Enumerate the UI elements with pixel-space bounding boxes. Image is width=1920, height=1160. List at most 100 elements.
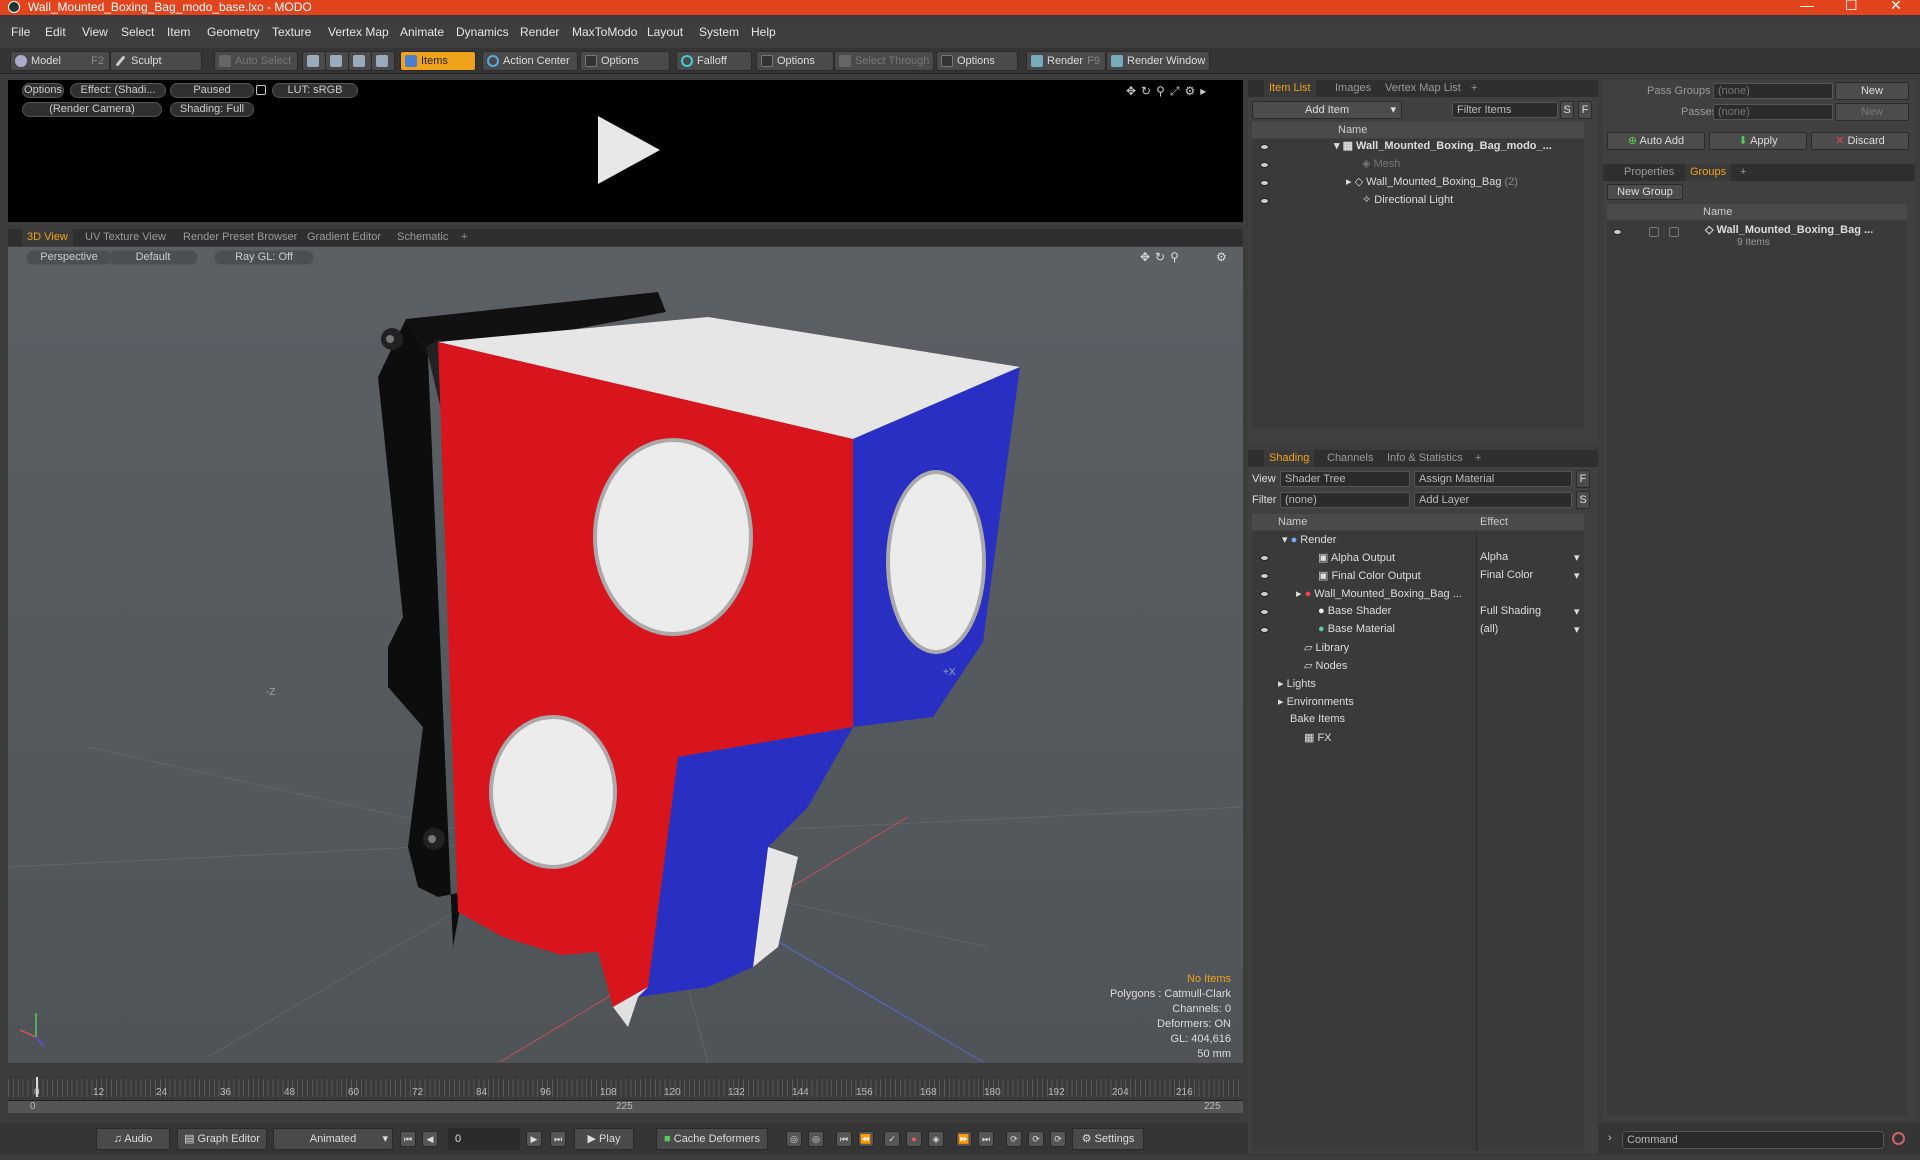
visibility-eye-icon[interactable] xyxy=(1260,573,1269,579)
sync-icon[interactable]: ⟳ xyxy=(1006,1131,1022,1147)
base-material-effect-dropdown[interactable]: (all) xyxy=(1480,623,1498,635)
alpha-effect-dropdown[interactable]: Alpha xyxy=(1480,551,1508,563)
tab-render-preset-browser[interactable]: Render Preset Browser xyxy=(178,229,302,246)
sculpt-mode-button[interactable]: Sculpt xyxy=(110,51,202,71)
preview-effect-dropdown[interactable]: Effect: (Shadi... xyxy=(70,83,166,98)
item-search-f-button[interactable]: F xyxy=(1578,101,1592,119)
menu-file[interactable]: File xyxy=(11,25,30,39)
tab-channels[interactable]: Channels xyxy=(1322,450,1378,467)
frame-field[interactable]: 0 xyxy=(448,1128,520,1150)
item-search-s-button[interactable]: S xyxy=(1560,101,1574,119)
shader-row-render[interactable]: ▾ ● Render xyxy=(1282,533,1336,546)
tab-item-list[interactable]: Item List xyxy=(1264,80,1316,97)
falloff-options-button[interactable]: Options xyxy=(756,51,834,71)
key-icon[interactable]: ✓ xyxy=(884,1131,900,1147)
add-tab-button[interactable]: + xyxy=(456,229,472,246)
lock-icon[interactable] xyxy=(1649,227,1659,237)
key-icon[interactable]: ◈ xyxy=(928,1131,944,1147)
record-icon[interactable]: ● xyxy=(906,1131,922,1147)
menu-maxtomodo[interactable]: MaxToModo xyxy=(572,25,637,39)
tab-gradient-editor[interactable]: Gradient Editor xyxy=(302,229,386,246)
apply-button[interactable]: ⬇ Apply xyxy=(1709,132,1807,150)
filter-dropdown[interactable]: (none) xyxy=(1280,492,1410,508)
menu-select[interactable]: Select xyxy=(121,25,154,39)
tab-shading[interactable]: Shading xyxy=(1264,450,1315,467)
auto-add-button[interactable]: ⊕ Auto Add xyxy=(1607,132,1705,150)
menu-system[interactable]: System xyxy=(699,25,739,39)
next-frame-icon[interactable]: ▶ xyxy=(526,1131,542,1147)
chevron-down-icon[interactable]: ▾ xyxy=(1574,569,1580,582)
play-render-icon[interactable] xyxy=(598,116,660,184)
go-to-start-icon[interactable]: ⏮ xyxy=(400,1131,416,1147)
lut-dropdown[interactable]: LUT: sRGB xyxy=(272,83,358,98)
select-icon[interactable] xyxy=(1669,227,1679,237)
shader-row-alpha-output[interactable]: ▣ Alpha Output xyxy=(1318,551,1395,564)
chevron-down-icon[interactable]: ▾ xyxy=(1574,551,1580,564)
new-pass-button[interactable]: New xyxy=(1835,103,1909,121)
command-history-icon[interactable] xyxy=(1892,1132,1905,1145)
previous-key-icon[interactable]: ⏪ xyxy=(858,1131,874,1147)
shader-tree-dropdown[interactable]: Shader Tree xyxy=(1280,471,1410,487)
items-mode-button[interactable]: Items xyxy=(400,51,476,71)
shader-row-base-shader[interactable]: ● Base Shader xyxy=(1318,605,1391,617)
shader-row-lights[interactable]: ▸ Lights xyxy=(1278,677,1316,690)
tab-vertex-map-list[interactable]: Vertex Map List xyxy=(1380,80,1466,97)
tab-groups[interactable]: Groups xyxy=(1685,164,1732,181)
menu-edit[interactable]: Edit xyxy=(45,25,66,39)
assign-material-dropdown[interactable]: Assign Material xyxy=(1414,471,1572,487)
tab-3d-view[interactable]: 3D View xyxy=(22,229,73,246)
tab-properties[interactable]: Properties xyxy=(1619,164,1679,181)
shading-f-button[interactable]: F xyxy=(1576,470,1590,488)
shader-row-library[interactable]: ▱ Library xyxy=(1304,641,1349,654)
visibility-eye-icon[interactable] xyxy=(1260,609,1269,615)
menu-help[interactable]: Help xyxy=(751,25,776,39)
render-camera-dropdown[interactable]: (Render Camera) xyxy=(22,102,162,117)
final-color-effect-dropdown[interactable]: Final Color xyxy=(1480,569,1533,581)
timeline[interactable]: 0 12 24 36 48 60 72 84 96 108 120 132 14… xyxy=(8,1075,1243,1115)
sync-icon[interactable]: ⟳ xyxy=(1028,1131,1044,1147)
sync-icon[interactable]: ⟳ xyxy=(1050,1131,1066,1147)
lock-icon[interactable] xyxy=(256,85,266,95)
edges-mode-button[interactable] xyxy=(325,51,349,71)
menu-render[interactable]: Render xyxy=(520,25,559,39)
shader-row-material-group[interactable]: ▸ ● Wall_Mounted_Boxing_Bag ... xyxy=(1296,587,1462,600)
vertices-mode-button[interactable] xyxy=(302,51,326,71)
menu-view[interactable]: View xyxy=(82,25,108,39)
menu-item[interactable]: Item xyxy=(167,25,190,39)
tree-row-boxing-bag[interactable]: ▸ ◇ Wall_Mounted_Boxing_Bag (2) xyxy=(1346,175,1518,188)
tree-row-directional-light[interactable]: ✧ Directional Light xyxy=(1362,193,1453,206)
render-button[interactable]: Render F9 xyxy=(1026,51,1106,71)
select-through-button[interactable]: Select Through xyxy=(834,51,934,71)
base-shader-effect-dropdown[interactable]: Full Shading xyxy=(1480,605,1541,617)
polygons-mode-button[interactable] xyxy=(348,51,372,71)
keyframe-tool-icon[interactable]: ◎ xyxy=(786,1131,802,1147)
keyframe-tool-icon[interactable]: ◎ xyxy=(808,1131,824,1147)
shader-row-environments[interactable]: ▸ Environments xyxy=(1278,695,1354,708)
preview-paused-toggle[interactable]: Paused xyxy=(170,83,254,98)
action-center-button[interactable]: Action Center xyxy=(482,51,578,71)
tree-row-scene[interactable]: ▾ ▦ Wall_Mounted_Boxing_Bag_modo_... xyxy=(1334,139,1552,152)
passes-dropdown[interactable]: (none) xyxy=(1713,104,1833,120)
cache-deformers-button[interactable]: ■ Cache Deformers xyxy=(656,1128,768,1150)
shader-row-final-color[interactable]: ▣ Final Color Output xyxy=(1318,569,1421,582)
shading-s-button[interactable]: S xyxy=(1576,491,1590,509)
visibility-eye-icon[interactable] xyxy=(1260,591,1269,597)
chevron-down-icon[interactable]: ▾ xyxy=(1574,623,1580,636)
add-layer-dropdown[interactable]: Add Layer xyxy=(1414,492,1572,508)
chevron-down-icon[interactable]: ▾ xyxy=(1574,605,1580,618)
visibility-eye-icon[interactable] xyxy=(1260,627,1269,633)
audio-button[interactable]: ♫ Audio xyxy=(96,1128,170,1150)
model-mode-button[interactable]: Model F2 xyxy=(10,51,110,71)
action-center-options-button[interactable]: Options xyxy=(580,51,670,71)
3d-viewport[interactable]: Perspective Default Ray GL: Off ✥↻⚲ ⚙ -Z… xyxy=(8,247,1243,1063)
maximize-button[interactable]: ☐ xyxy=(1845,0,1858,12)
shader-row-bake-items[interactable]: Bake Items xyxy=(1290,713,1345,725)
tree-row-mesh[interactable]: ◈ Mesh xyxy=(1362,157,1400,170)
menu-vertex-map[interactable]: Vertex Map xyxy=(328,25,389,39)
previous-key-icon[interactable]: ◀ xyxy=(422,1131,438,1147)
materials-mode-button[interactable] xyxy=(371,51,395,71)
new-group-button[interactable]: New Group xyxy=(1607,184,1683,200)
render-window-button[interactable]: Render Window xyxy=(1106,51,1210,71)
settings-button[interactable]: ⚙ Settings xyxy=(1072,1128,1144,1150)
group-row-boxing-bag[interactable]: ◇ Wall_Mounted_Boxing_Bag ... xyxy=(1705,223,1873,236)
